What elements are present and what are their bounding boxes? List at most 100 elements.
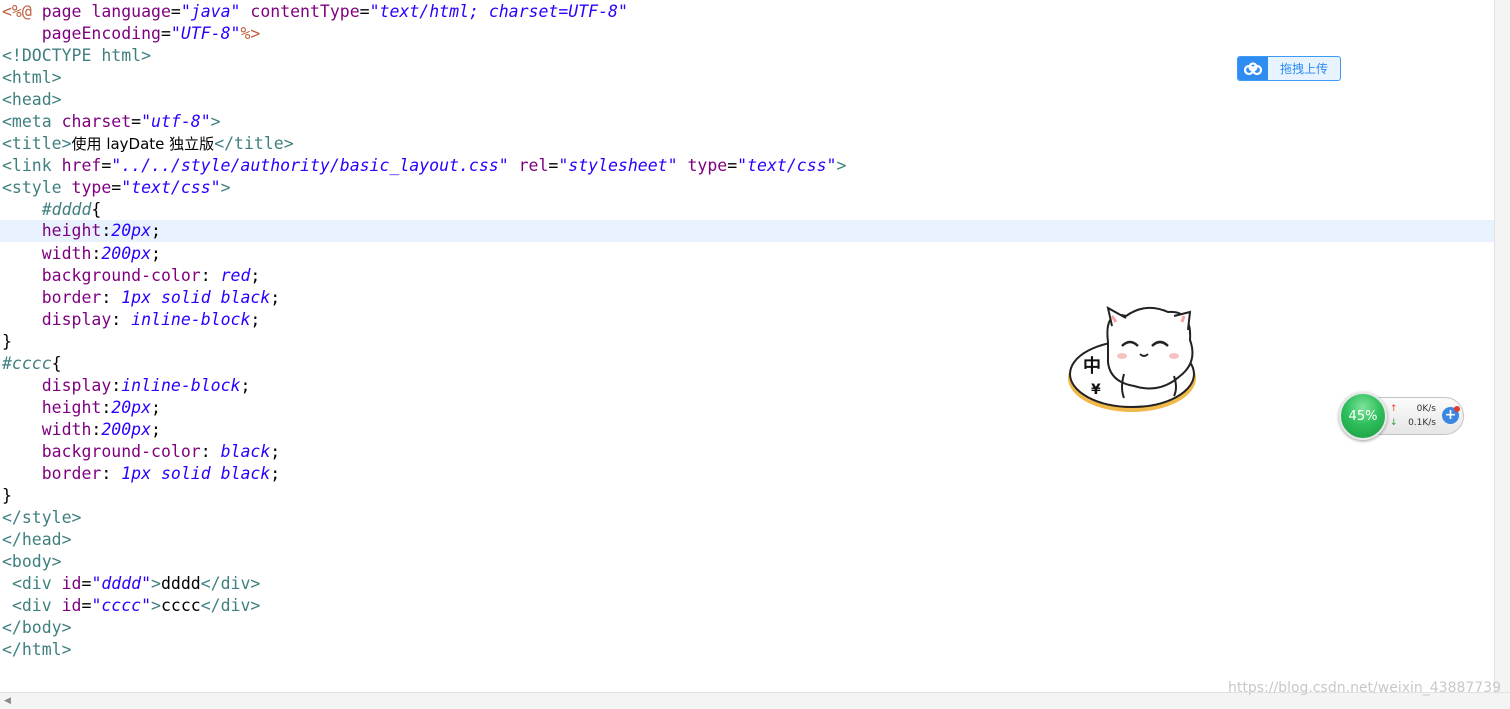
css-property: border	[41, 288, 102, 307]
download-speed: 0.1K/s	[1408, 418, 1436, 428]
code-line: <div id="dddd">dddd</div>	[2, 573, 260, 595]
code-editor[interactable]: <%@ page language="java" contentType="te…	[0, 0, 1494, 692]
code-line: background-color: black;	[2, 441, 280, 463]
code-line: <link href="../../style/authority/basic_…	[2, 155, 846, 177]
jsp-directive-close: %>	[240, 24, 261, 43]
colon: :	[200, 266, 221, 285]
equals: =	[81, 596, 92, 615]
css-selector: #cccc	[2, 354, 52, 373]
code-line: pageEncoding="UTF-8"%>	[2, 23, 261, 45]
title-text: 使用 layDate 独立版	[71, 135, 215, 153]
semicolon: ;	[240, 376, 251, 395]
code-line: width:200px;	[2, 243, 161, 265]
sticker-badge: 中	[1083, 356, 1101, 377]
colon: :	[91, 244, 102, 263]
tag-open: <div	[11, 596, 52, 615]
code-line: <title>使用 layDate 独立版</title>	[2, 133, 294, 155]
tag-close: >	[210, 112, 221, 131]
code-line: border: 1px solid black;	[2, 463, 280, 485]
code-line: height:20px;	[2, 397, 161, 419]
code-line: </head>	[2, 530, 72, 549]
vertical-scrollbar[interactable]	[1494, 0, 1510, 692]
tag-open: <div	[11, 574, 52, 593]
css-value: 1px solid black	[121, 464, 271, 483]
css-property: height	[41, 221, 102, 240]
watermark: https://blog.csdn.net/weixin_43887739	[1228, 680, 1502, 696]
css-property: background-color	[41, 266, 201, 285]
attr-value: "text/css"	[737, 156, 837, 175]
equals: =	[111, 178, 122, 197]
attr-name: rel	[508, 156, 549, 175]
keyword: page	[31, 2, 92, 21]
attr-name: id	[51, 574, 82, 593]
arrow-down-icon: ↓	[1390, 418, 1398, 428]
code-line: <style type="text/css">	[2, 177, 231, 199]
css-value: 1px solid black	[121, 288, 271, 307]
usage-percent: 45%	[1348, 408, 1378, 424]
code-line: #cccc{	[2, 353, 62, 375]
css-value: 200px	[101, 420, 152, 439]
attr-value: "../../style/authority/basic_layout.css"	[111, 156, 509, 175]
drag-upload-button[interactable]: 拖拽上传	[1237, 56, 1341, 81]
code-line: <body>	[2, 552, 62, 571]
tag-gt: >	[151, 574, 161, 593]
equals: =	[727, 156, 738, 175]
css-property: display	[41, 376, 112, 395]
jsp-directive-open: <%@	[2, 2, 32, 21]
code-line: }	[2, 486, 12, 505]
css-value: 20px	[111, 221, 152, 240]
scroll-left-icon[interactable]: ◀	[4, 696, 11, 706]
tag-close: </div>	[200, 596, 261, 615]
code-line: <html>	[2, 68, 62, 87]
current-line-highlight: height:20px;	[0, 220, 1494, 242]
semicolon: ;	[151, 398, 161, 417]
css-value: red	[220, 266, 251, 285]
code-line: <!DOCTYPE html>	[2, 46, 152, 65]
network-monitor-widget[interactable]: 45% ↑ ↓ 0K/s 0.1K/s +	[1338, 392, 1468, 442]
css-value: 20px	[111, 398, 152, 417]
equals: =	[81, 574, 92, 593]
cat-sticker-icon[interactable]: 中 ¥	[1064, 302, 1206, 418]
code-line: </html>	[2, 640, 72, 659]
upload-speed: 0K/s	[1416, 404, 1436, 414]
attr-name: id	[51, 596, 82, 615]
css-property: background-color	[41, 442, 201, 461]
attr-name: contentType	[240, 2, 360, 21]
semicolon: ;	[250, 310, 261, 329]
equals: =	[170, 2, 181, 21]
attr-name: type	[677, 156, 728, 175]
tag-gt: >	[151, 596, 161, 615]
code-line: <meta charset="utf-8">	[2, 111, 221, 133]
equals: =	[131, 112, 142, 131]
css-value: inline-block	[131, 310, 251, 329]
css-property: width	[41, 244, 92, 263]
attr-value: "dddd"	[91, 574, 152, 593]
equals: =	[160, 24, 171, 43]
code-line: border: 1px solid black;	[2, 287, 280, 309]
code-line: background-color: red;	[2, 265, 261, 287]
brace: {	[91, 200, 102, 219]
css-selector: #dddd	[41, 200, 92, 219]
code-line: #dddd{	[2, 199, 102, 221]
colon: :	[111, 376, 122, 395]
css-property: height	[41, 398, 102, 417]
colon: :	[101, 288, 122, 307]
attr-value: "utf-8"	[141, 112, 211, 131]
memory-usage-ball[interactable]: 45%	[1339, 392, 1387, 440]
code-line: </style>	[2, 508, 82, 527]
css-property: display	[41, 310, 112, 329]
code-line: }	[2, 332, 12, 351]
css-property: width	[41, 420, 92, 439]
sticker-symbol: ¥	[1091, 382, 1101, 398]
